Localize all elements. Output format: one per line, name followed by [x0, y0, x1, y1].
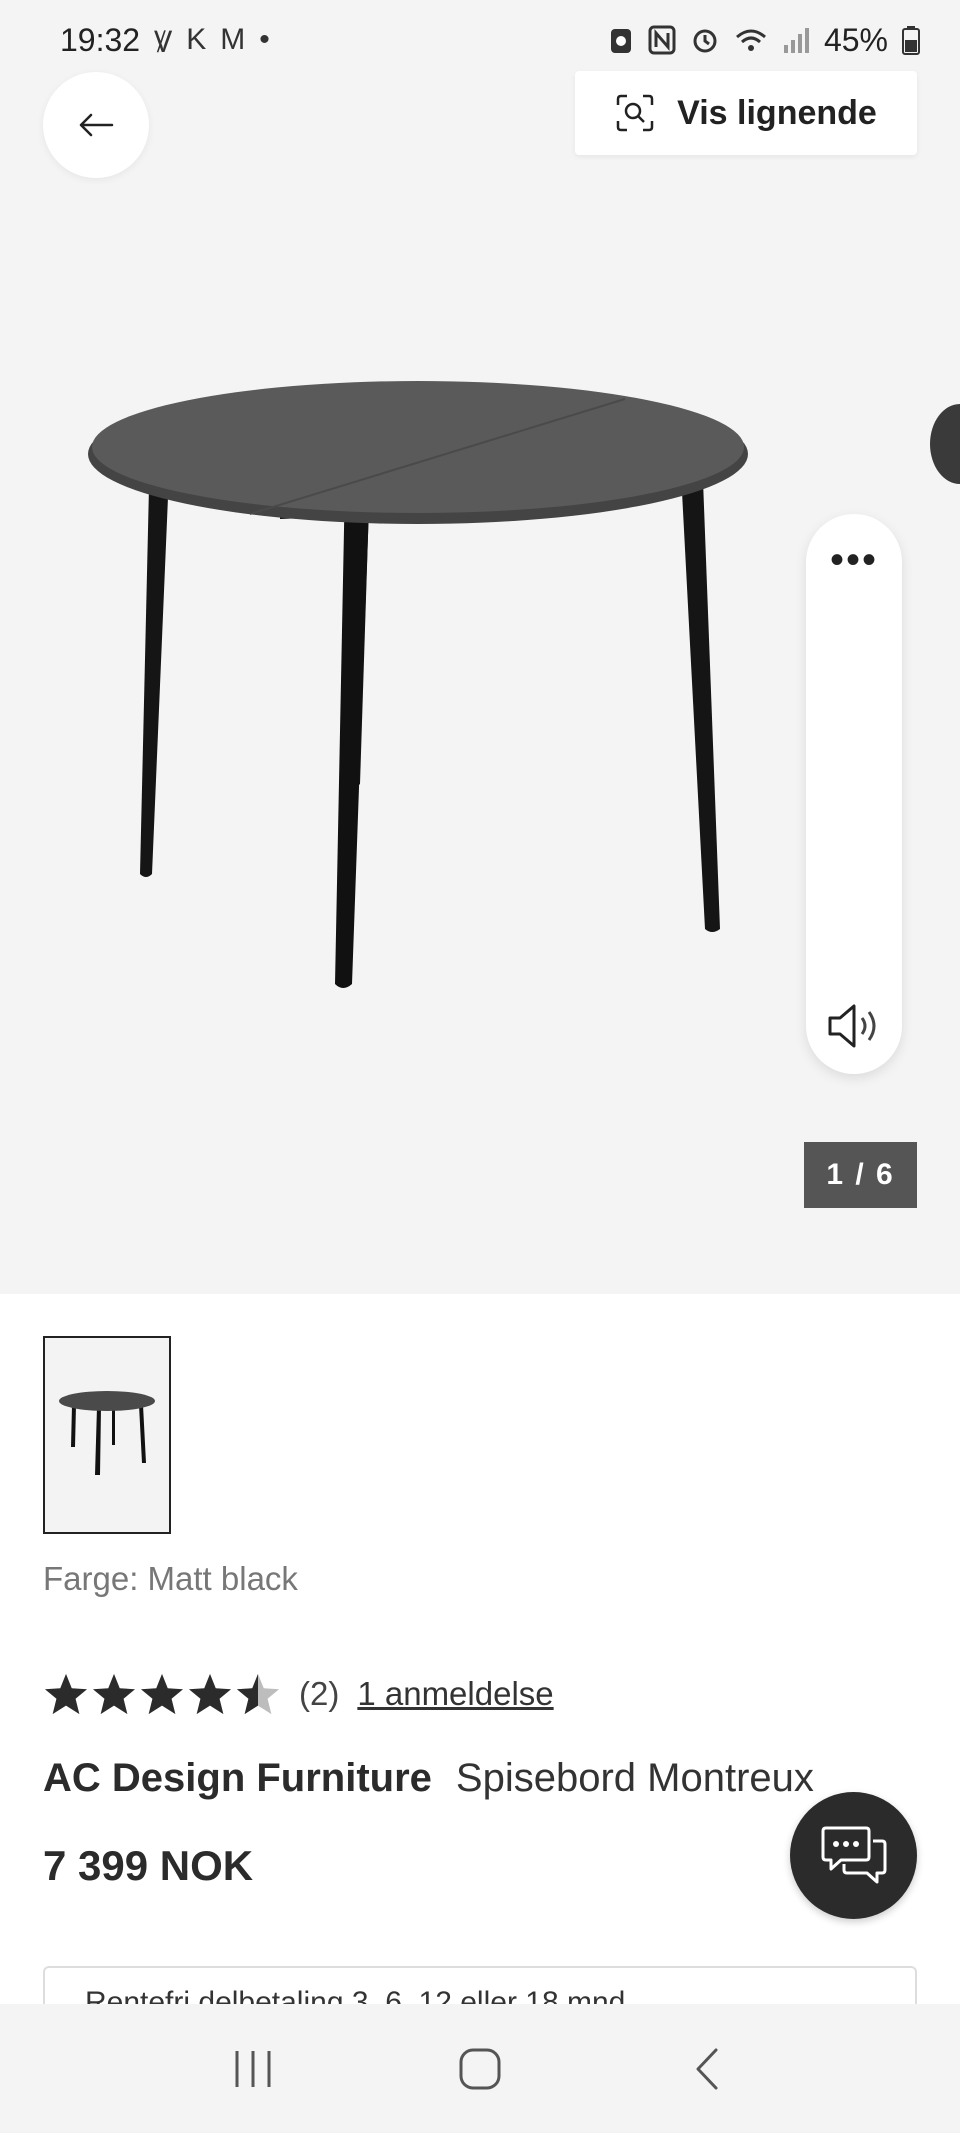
alarm-icon: [693, 29, 717, 53]
show-similar-label: Vis lignende: [677, 93, 877, 132]
next-image-peek[interactable]: [930, 404, 960, 484]
recent-apps-icon: [235, 2050, 271, 2087]
notification-dot-icon: •: [259, 23, 270, 56]
status-time: 19:32: [60, 21, 141, 58]
reviews-link[interactable]: 1 anmeldelse: [357, 1675, 553, 1713]
product-price: 7 399 NOK: [43, 1842, 254, 1889]
star-icon: [92, 1673, 136, 1715]
half-star-icon: [236, 1673, 280, 1715]
more-options-icon[interactable]: •••: [830, 540, 878, 580]
thumbnail-selected[interactable]: [43, 1336, 171, 1534]
star-icon: [44, 1673, 88, 1715]
star-icon: [140, 1673, 184, 1715]
star-rating: [43, 1672, 281, 1716]
home-button[interactable]: [440, 2029, 520, 2109]
home-icon: [459, 2048, 501, 2089]
notification-icon-2: K: [186, 23, 207, 56]
color-label: Farge: Matt black: [43, 1560, 298, 1597]
image-counter: 1 / 6: [804, 1142, 917, 1208]
rating-count: (2): [299, 1675, 340, 1712]
visual-search-icon: [616, 94, 654, 132]
recycle-icon: [610, 29, 631, 53]
arrow-left-icon: [79, 113, 114, 137]
thumbnail-table-image: [59, 1391, 155, 1475]
product-image-gallery[interactable]: Vis lignende ••• 1 / 6: [0, 64, 960, 1294]
nfc-icon: [648, 25, 676, 55]
notification-icon-3: M: [220, 23, 246, 56]
star-icon: [188, 1673, 232, 1715]
back-nav-button[interactable]: [667, 2029, 747, 2109]
battery-icon: [902, 26, 920, 55]
speaker-icon[interactable]: [826, 1002, 882, 1050]
battery-percent: 45%: [823, 21, 888, 58]
wifi-icon: [735, 29, 766, 51]
status-left: 19:32 Ꝟ K M •: [60, 20, 270, 61]
chat-icon: [821, 1826, 886, 1883]
back-button[interactable]: [43, 72, 149, 178]
brand-name[interactable]: AC Design Furniture: [43, 1756, 432, 1801]
chevron-left-icon: [696, 2048, 718, 2089]
chat-button[interactable]: [790, 1792, 917, 1919]
status-right: 45%: [608, 22, 920, 59]
product-name: Spisebord Montreux: [455, 1756, 814, 1800]
show-similar-button[interactable]: Vis lignende: [575, 71, 917, 155]
side-controls: •••: [806, 514, 902, 1074]
system-nav-bar: [0, 2004, 960, 2133]
recent-apps-button[interactable]: [213, 2029, 293, 2109]
product-image-table: [88, 381, 748, 988]
product-title: AC Design Furniture Spisebord Montreux: [43, 1756, 814, 1801]
signal-icon: [783, 28, 809, 53]
notification-icon-1: Ꝟ: [154, 25, 173, 59]
rating-row: (2) 1 anmeldelse: [43, 1672, 554, 1716]
